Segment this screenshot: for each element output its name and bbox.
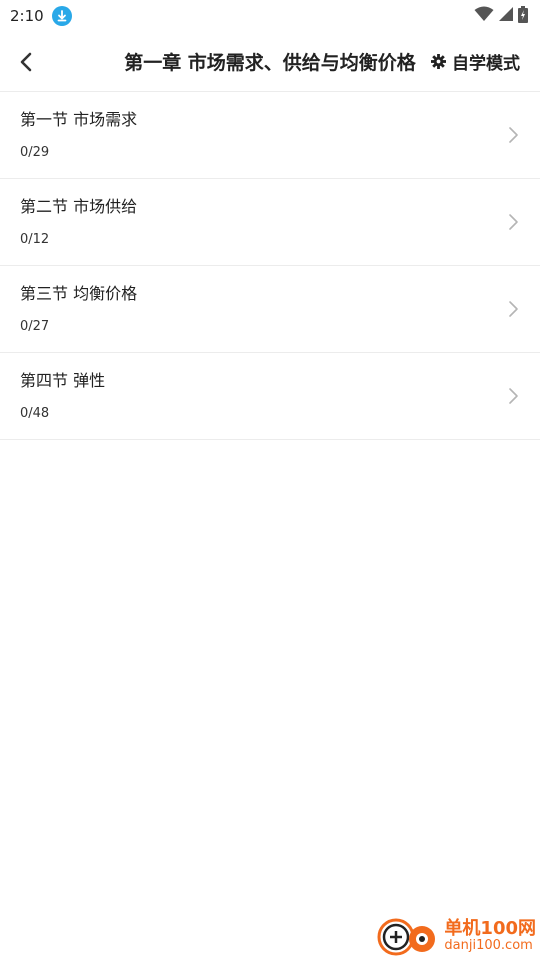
download-icon — [51, 6, 72, 26]
battery-icon — [518, 5, 528, 27]
chevron-right-icon — [509, 127, 518, 143]
section-progress: 0/12 — [20, 231, 50, 247]
section-title: 第四节 弹性 — [20, 370, 106, 390]
watermark-en: danji100.com — [444, 937, 533, 953]
section-list: 第一节 市场需求 0/29 第二节 市场供给 0/12 第三节 均衡价格 0/2… — [0, 92, 540, 440]
back-button[interactable] — [0, 32, 52, 92]
section-row[interactable]: 第四节 弹性 0/48 — [0, 353, 540, 440]
section-title: 第二节 市场供给 — [20, 196, 138, 216]
gear-icon — [431, 54, 446, 69]
chevron-left-icon — [20, 52, 32, 71]
self-study-mode-button[interactable]: 自学模式 — [431, 49, 520, 74]
top-app-bar: 第一章 市场需求、供给与均衡价格 自学模式 — [0, 32, 540, 92]
section-progress: 0/48 — [20, 405, 50, 421]
wifi-icon — [474, 6, 494, 26]
watermark-logo-icon — [377, 918, 436, 956]
status-time: 2:10 — [10, 7, 44, 25]
self-study-mode-label: 自学模式 — [452, 54, 520, 74]
watermark: 单机100网 danji100.com — [376, 916, 536, 956]
section-progress: 0/27 — [20, 318, 50, 334]
watermark-cn: 单机100网 — [444, 917, 536, 939]
chevron-right-icon — [509, 388, 518, 404]
section-row[interactable]: 第一节 市场需求 0/29 — [0, 92, 540, 179]
section-row[interactable]: 第二节 市场供给 0/12 — [0, 179, 540, 266]
chevron-right-icon — [509, 214, 518, 230]
section-title: 第一节 市场需求 — [20, 109, 138, 129]
section-row[interactable]: 第三节 均衡价格 0/27 — [0, 266, 540, 353]
section-progress: 0/29 — [20, 144, 50, 160]
cell-signal-icon — [498, 6, 514, 26]
chevron-right-icon — [509, 301, 518, 317]
status-bar: 2:10 — [0, 0, 540, 32]
section-title: 第三节 均衡价格 — [20, 283, 138, 303]
